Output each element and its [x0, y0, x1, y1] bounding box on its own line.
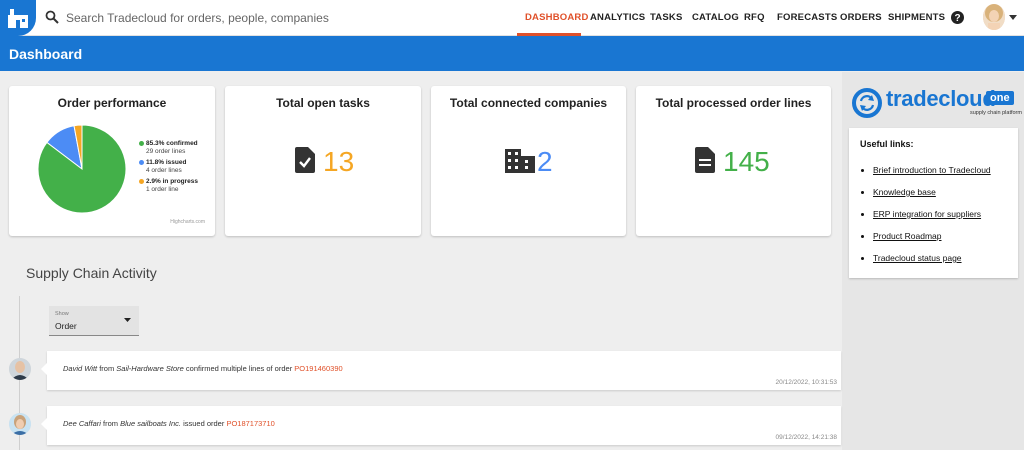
nav-catalog[interactable]: CATALOG — [692, 12, 739, 23]
app-logo[interactable] — [0, 0, 36, 36]
legend-sub: 29 order lines — [146, 147, 186, 155]
task-icon — [295, 147, 315, 173]
activity-text-part: issued order — [180, 419, 227, 428]
page-header: Dashboard — [0, 36, 1024, 71]
activity-text: Dee Caffari from Blue sailboats Inc. iss… — [63, 419, 275, 428]
list-bullet — [861, 191, 864, 194]
order-link[interactable]: PO187173710 — [226, 419, 274, 428]
list-bullet — [861, 235, 864, 238]
pie-chart — [37, 124, 127, 214]
legend-item-issued: 11.8% issued 4 order lines — [139, 159, 187, 174]
nav-dashboard[interactable]: DASHBOARD — [525, 12, 589, 23]
legend-dot-confirmed — [139, 141, 144, 146]
link-knowledge-base[interactable]: Knowledge base — [873, 187, 936, 197]
timestamp: 09/12/2022, 14:21:38 — [775, 434, 837, 441]
search-input[interactable] — [66, 8, 366, 28]
legend-dot-in-progress — [139, 179, 144, 184]
person-name[interactable]: David Witt — [63, 364, 97, 373]
building-icon — [505, 149, 535, 173]
activity-title: Supply Chain Activity — [26, 265, 157, 281]
legend-sub: 4 order lines — [146, 166, 182, 174]
person-name[interactable]: Dee Caffari — [63, 419, 101, 428]
card-title: Order performance — [57, 96, 167, 110]
company-name[interactable]: Blue sailboats Inc. — [120, 419, 181, 428]
company-name[interactable]: Sail-Hardware Store — [116, 364, 184, 373]
processed-lines-value: 145 — [723, 146, 770, 177]
activity-entry: David Witt from Sail-Hardware Store conf… — [41, 351, 841, 390]
legend-label: 85.3% confirmed — [146, 140, 198, 147]
activity-entry: Dee Caffari from Blue sailboats Inc. iss… — [41, 406, 841, 445]
timestamp: 20/12/2022, 10:31:53 — [775, 379, 837, 386]
useful-links-title: Useful links: — [860, 139, 914, 149]
show-filter-label: Show — [55, 311, 69, 317]
useful-links-card: Useful links: Brief introduction to Trad… — [849, 128, 1018, 278]
legend-sub: 1 order line — [146, 185, 179, 193]
brand-badge: one — [986, 91, 1014, 105]
link-product-roadmap[interactable]: Product Roadmap — [873, 231, 942, 241]
card-title: Total connected companies — [449, 96, 608, 110]
link-brief-introduction[interactable]: Brief introduction to Tradecloud — [873, 165, 991, 175]
open-tasks-value: 13 — [323, 146, 355, 177]
card-notch — [41, 418, 47, 430]
link-status-page[interactable]: Tradecloud status page — [873, 253, 962, 263]
open-tasks-card[interactable]: Total open tasks 13 — [225, 86, 421, 236]
activity-text-part: confirmed multiple lines of order — [183, 364, 295, 373]
avatar[interactable] — [9, 413, 31, 435]
legend-item-in-progress: 2.9% in progress 1 order line — [139, 178, 199, 193]
order-performance-card: Order performance 85.3% confirmed 29 ord… — [9, 86, 215, 236]
nav-rfq[interactable]: RFQ — [744, 12, 765, 23]
brand-name: tradecloud — [886, 86, 996, 111]
show-filter-select[interactable]: Show Order — [49, 306, 139, 336]
nav-orders[interactable]: ORDERS — [840, 12, 882, 23]
chevron-down-icon[interactable] — [1009, 15, 1017, 20]
legend-label: 2.9% in progress — [146, 178, 199, 185]
show-filter-value: Order — [55, 321, 77, 331]
brand-logo: tradecloud one supply chain platform — [852, 86, 1022, 124]
activity-text-part: from — [100, 419, 121, 428]
top-nav: DASHBOARD ANALYTICS TASKS CATALOG RFQ FO… — [0, 0, 1024, 36]
chevron-down-icon — [124, 318, 131, 322]
chart-credit[interactable]: Highcharts.com — [170, 219, 205, 225]
help-icon[interactable]: ? — [951, 11, 964, 24]
avatar[interactable] — [9, 358, 31, 380]
card-title: Total processed order lines — [655, 96, 812, 110]
list-bullet — [861, 213, 864, 216]
factory-icon — [8, 9, 28, 28]
svg-text:?: ? — [954, 13, 960, 24]
list-bullet — [861, 169, 864, 172]
nav-shipments[interactable]: SHIPMENTS — [888, 12, 945, 23]
sync-icon — [852, 88, 882, 118]
order-link[interactable]: PO191460390 — [294, 364, 342, 373]
search-icon[interactable] — [45, 10, 59, 24]
connected-companies-card[interactable]: Total connected companies 2 — [431, 86, 626, 236]
legend-label: 11.8% issued — [146, 159, 187, 166]
document-icon — [695, 147, 715, 173]
user-avatar[interactable] — [983, 4, 1005, 30]
legend-item-confirmed: 85.3% confirmed 29 order lines — [139, 140, 198, 155]
brand-tagline: supply chain platform — [970, 110, 1022, 116]
link-erp-integration[interactable]: ERP integration for suppliers — [873, 209, 981, 219]
legend-dot-issued — [139, 160, 144, 165]
activity-text-part: from — [97, 364, 117, 373]
connected-companies-value: 2 — [537, 146, 553, 177]
card-notch — [41, 363, 47, 375]
processed-lines-card[interactable]: Total processed order lines 145 — [636, 86, 831, 236]
list-bullet — [861, 257, 864, 260]
nav-tasks[interactable]: TASKS — [650, 12, 683, 23]
card-title: Total open tasks — [276, 96, 370, 110]
activity-text: David Witt from Sail-Hardware Store conf… — [63, 364, 343, 373]
nav-analytics[interactable]: ANALYTICS — [590, 12, 645, 23]
page-title: Dashboard — [9, 46, 83, 62]
nav-forecasts[interactable]: FORECASTS — [777, 12, 837, 23]
